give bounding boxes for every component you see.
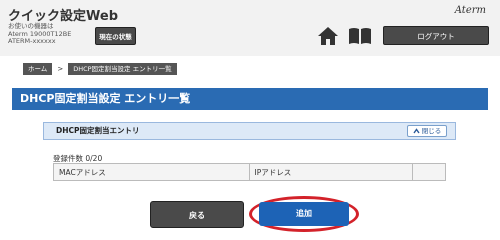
home-icon[interactable]: [317, 26, 339, 46]
add-button[interactable]: 追加: [259, 202, 349, 226]
section-title: DHCP固定割当エントリ: [56, 126, 140, 135]
brand-logo: Aterm: [454, 5, 486, 16]
page-title: DHCP固定割当設定 エントリ一覧: [12, 88, 488, 110]
column-header-ip: IPアドレス: [248, 163, 414, 181]
device-info: お使いの機器は Aterm 19000T12BE ATERM-xxxxxx: [8, 22, 71, 46]
breadcrumb-separator: >: [57, 65, 64, 73]
column-header-actions: [412, 163, 446, 181]
table-header-row: MACアドレス IPアドレス: [53, 163, 446, 181]
collapse-button[interactable]: 閉じる: [407, 125, 447, 137]
collapse-label: 閉じる: [421, 127, 442, 135]
breadcrumb-home-link[interactable]: ホーム: [23, 63, 53, 75]
book-icon[interactable]: [348, 27, 372, 45]
column-header-mac: MACアドレス: [53, 163, 250, 181]
section-header: DHCP固定割当エントリ 閉じる: [43, 122, 456, 140]
logout-button[interactable]: ログアウト: [383, 26, 489, 45]
chevron-up-icon: [413, 128, 420, 134]
current-status-button[interactable]: 現在の状態: [95, 27, 136, 45]
breadcrumb-current: DHCP固定割当設定 エントリ一覧: [68, 63, 177, 75]
entry-table: MACアドレス IPアドレス: [53, 163, 446, 181]
header: クイック設定Web お使いの機器は Aterm 19000T12BE ATERM…: [0, 0, 500, 56]
back-button[interactable]: 戻る: [150, 201, 244, 228]
breadcrumb: ホーム > DHCP固定割当設定 エントリ一覧: [23, 63, 177, 75]
device-name: ATERM-xxxxxx: [8, 37, 56, 45]
